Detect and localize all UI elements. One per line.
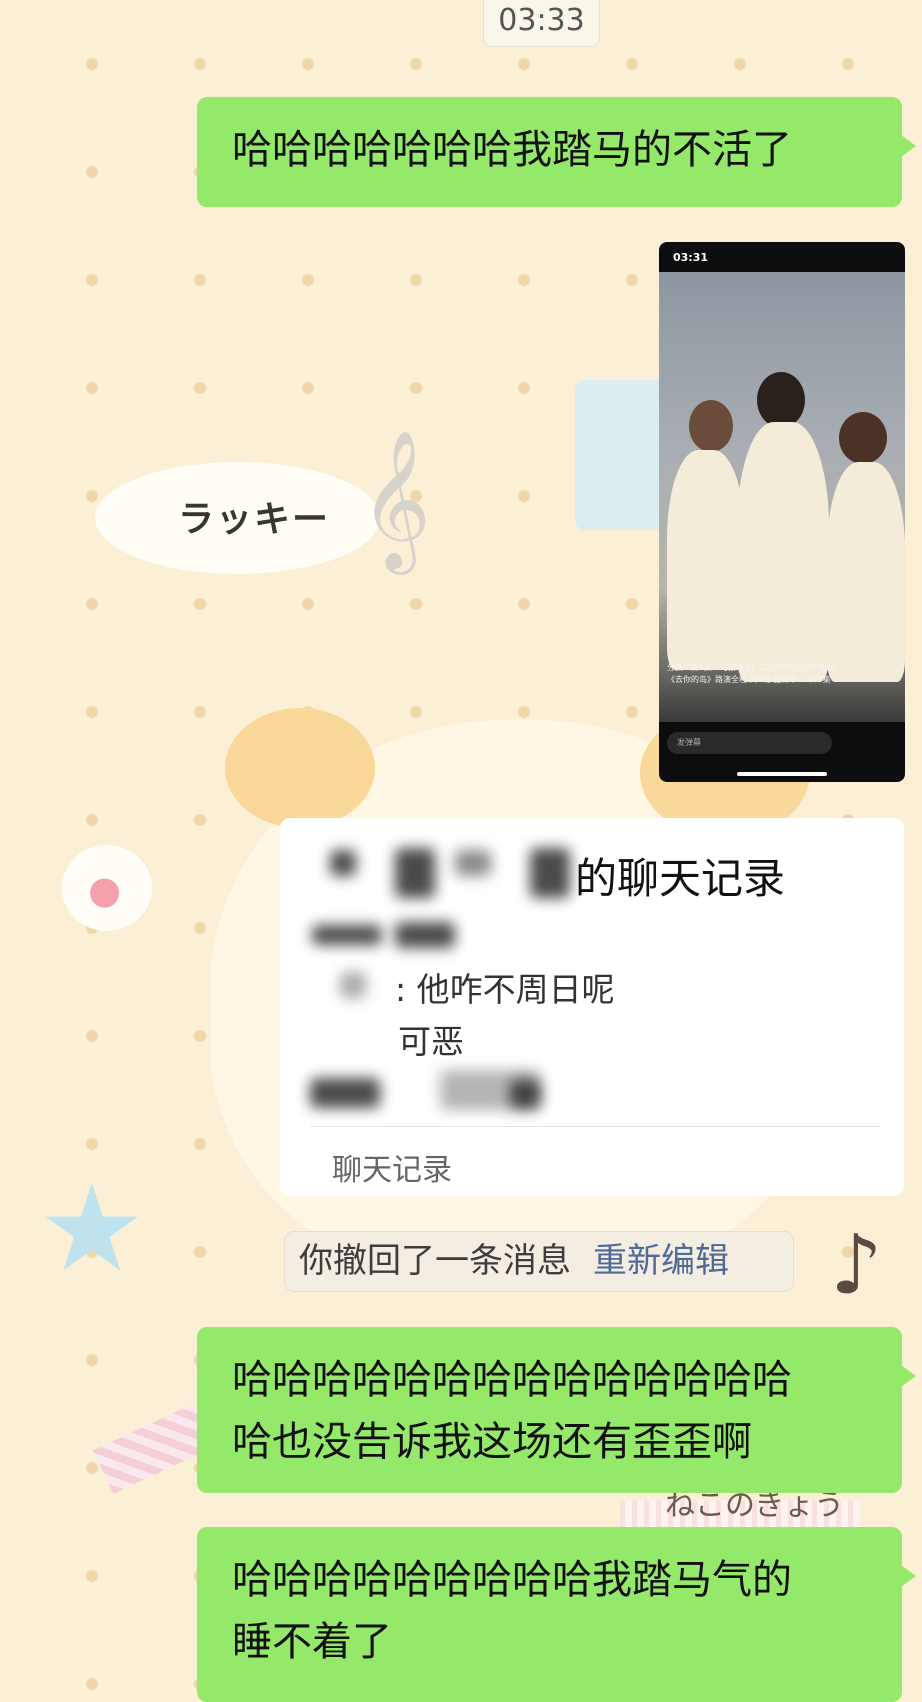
blurred-text [330,850,356,876]
message-text-line: 睡不着了 [232,1619,392,1665]
message-text-line: 哈哈哈哈哈哈哈哈哈我踏马气的 [232,1557,792,1603]
chat-history-footer: 聊天记录 [332,1153,452,1188]
chat-history-line: : 他咋不周日呢 [395,970,615,1009]
wallpaper-bear-ear-left [225,708,375,828]
blurred-text [395,848,435,898]
person-head [757,372,805,428]
recall-notice-text: 你撤回了一条消息 [299,1241,571,1281]
blurred-text [312,925,382,945]
blurred-text [510,1080,540,1108]
person-body [737,422,829,682]
screenshot-caption: 分集 · 第9集 · 【张瑞莲】20260801郑州 电影 《去你的岛》路演全程… [667,663,835,684]
re-edit-link[interactable]: 重新编辑 [593,1241,729,1281]
recall-notice: 你撤回了一条消息 重新编辑 [284,1231,794,1292]
sent-image-screenshot[interactable]: 03:31 分集 · 第9集 · 【张瑞莲】20260801郑州 电影 《去你的… [659,242,905,782]
blurred-text [455,850,491,876]
paw-pad-icon: ● [88,868,122,912]
person-body [667,450,745,670]
sent-message-bubble[interactable]: 哈哈哈哈哈哈哈哈哈我踏马气的 睡不着了 [197,1527,916,1702]
blurred-text [310,1078,380,1108]
wallpaper-cloud-text: ラッキー [178,499,331,540]
screenshot-danmaku-input: 发弹幕 [667,732,832,754]
message-text-line: 哈哈哈哈哈哈哈哈哈哈哈哈哈哈 [232,1357,792,1403]
blurred-text [340,972,366,998]
blurred-text [395,922,455,948]
message-timestamp: 03:33 [483,0,600,47]
person-head [689,400,733,452]
chat-history-line: 可恶 [398,1022,464,1061]
sent-message-bubble[interactable]: 哈哈哈哈哈哈哈哈哈哈哈哈哈哈 哈也没告诉我这场还有歪歪啊 [197,1327,916,1493]
treble-clef-icon: 𝄞 [360,430,431,569]
screenshot-video-frame [659,272,905,722]
screenshot-home-indicator [737,772,827,776]
chat-history-title: 的聊天记录 [575,854,786,903]
person-head [839,412,887,464]
blurred-text [530,848,570,898]
message-text: 哈哈哈哈哈哈哈我踏马的不活了 [232,127,792,173]
chat-history-divider [310,1126,880,1127]
music-note-icon: ♪ [830,1218,883,1313]
message-text-line: 哈也没告诉我这场还有歪歪啊 [232,1419,752,1465]
wallpaper-washi-tape [93,1404,213,1494]
screenshot-status-time: 03:31 [673,251,709,264]
sent-message-bubble[interactable]: 哈哈哈哈哈哈哈我踏马的不活了 [197,97,916,207]
star-icon: ★ [38,1160,146,1299]
person-body [827,462,905,682]
